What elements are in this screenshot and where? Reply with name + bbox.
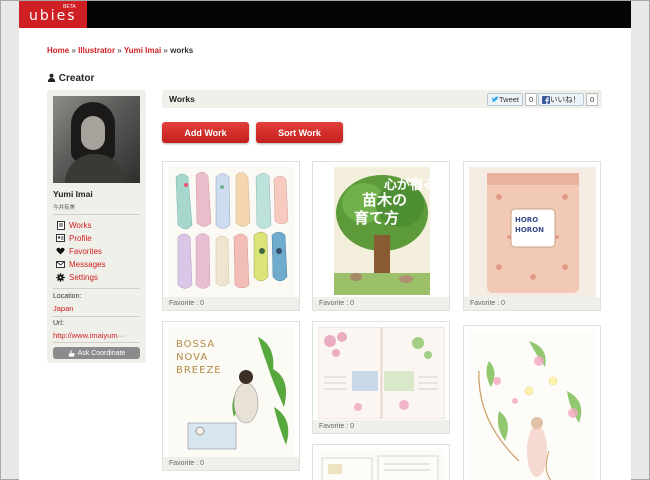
sidebar-item-label: Works	[69, 220, 92, 230]
breadcrumb-home[interactable]: Home	[47, 46, 69, 55]
work-thumbnail-floral	[469, 331, 596, 480]
creator-sidebar: Yumi Imai 今井有美 Works Profile Favorites M…	[47, 90, 146, 363]
sidebar-item-settings[interactable]: Settings	[56, 271, 98, 283]
add-work-button[interactable]: Add Work	[162, 122, 249, 143]
envelope-icon	[56, 260, 65, 269]
tweet-widget: Tweet 0	[487, 93, 538, 106]
cover-title-line3: 育て方	[354, 209, 399, 227]
tweet-button[interactable]: Tweet	[487, 93, 524, 106]
sidebar-item-label: Messages	[69, 259, 106, 269]
url-link[interactable]: http://www.imaiyum···	[53, 331, 125, 340]
favorite-count: Favorite : 0	[163, 457, 299, 470]
cover-text-bossa: BOSSA	[176, 339, 215, 350]
works-header: Works Tweet 0 いいね！ 0	[162, 90, 602, 108]
divider	[53, 316, 140, 317]
ask-coordinate-label: Ask Coordinate	[77, 349, 126, 357]
twitter-bird-icon	[491, 96, 499, 102]
page-content: Home » Illustrator » Yumi Imai » works C…	[19, 28, 631, 480]
avatar[interactable]	[53, 96, 140, 183]
cover-text-breeze: BREEZE	[176, 365, 222, 376]
package-title-2: HORON	[515, 226, 544, 234]
profile-card-icon	[56, 234, 65, 243]
shoes-illustration	[175, 172, 289, 289]
document-icon	[56, 220, 65, 230]
creator-heading: Creator	[47, 73, 94, 84]
sidebar-item-favorites[interactable]: Favorites	[56, 245, 102, 257]
sidebar-item-label: Settings	[69, 272, 98, 282]
top-bar: ubies BETA	[19, 1, 631, 28]
browser-frame: ubies BETA Home » Illustrator » Yumi Ima…	[0, 0, 650, 480]
heart-icon	[56, 247, 65, 256]
location-value: Japan	[53, 304, 74, 313]
sort-work-button[interactable]: Sort Work	[256, 122, 343, 143]
favorite-count: Favorite : 0	[464, 297, 600, 310]
work-thumbnail-package: HORO HORON	[469, 167, 596, 297]
favorite-count: Favorite : 0	[313, 297, 449, 310]
beta-badge: BETA	[63, 4, 76, 10]
horohoron-package: HORO HORON	[487, 173, 579, 293]
breadcrumb-separator: »	[117, 46, 122, 55]
breadcrumb-illustrator[interactable]: Illustrator	[78, 46, 115, 55]
breadcrumb-artist[interactable]: Yumi Imai	[124, 46, 161, 55]
gear-icon	[56, 272, 65, 282]
avatar-face	[81, 116, 105, 150]
work-card[interactable]: 心が宿る 苗木の 育て方 Favorite : 0	[312, 161, 450, 311]
sidebar-item-messages[interactable]: Messages	[56, 258, 105, 270]
breadcrumb-separator: »	[163, 46, 168, 55]
like-button[interactable]: いいね！	[538, 93, 584, 106]
works-title: Works	[169, 94, 195, 104]
breadcrumb-current: works	[170, 46, 194, 55]
breadcrumb: Home » Illustrator » Yumi Imai » works	[47, 46, 193, 55]
creator-name-jp: 今井有美	[53, 205, 76, 211]
work-card[interactable]: HORO HORON Favorite : 0	[463, 161, 601, 311]
tweet-count: 0	[525, 93, 538, 106]
work-card[interactable]	[312, 444, 450, 480]
work-thumbnail-shoes	[168, 167, 295, 297]
favorite-count: Favorite : 0	[313, 420, 449, 433]
hand-icon	[68, 349, 75, 357]
divider	[53, 342, 140, 343]
divider	[53, 288, 140, 289]
work-thumbnail-bossa-nova: BOSSA NOVA BREEZE	[168, 327, 295, 457]
facebook-icon	[542, 95, 550, 104]
magazine-spread	[318, 327, 445, 419]
ask-coordinate-button[interactable]: Ask Coordinate	[53, 347, 140, 359]
site-logo[interactable]: ubies BETA	[19, 1, 87, 28]
floral-girl-illustration	[478, 341, 582, 480]
work-thumbnail-magazine	[318, 327, 445, 419]
bossa-nova-cover: BOSSA NOVA BREEZE	[176, 337, 289, 450]
logo-text: ubies	[29, 8, 77, 24]
work-card[interactable]: Favorite : 0	[312, 321, 450, 434]
tree-book-cover: 心が宿る 苗木の 育て方	[334, 175, 430, 295]
work-thumbnail-tree-book: 心が宿る 苗木の 育て方	[334, 167, 430, 295]
location-label: Location:	[53, 293, 82, 300]
sidebar-item-label: Profile	[69, 233, 92, 243]
divider	[53, 214, 140, 215]
cover-title-line2: 苗木の	[362, 191, 407, 209]
like-label: いいね！	[550, 95, 580, 104]
sidebar-item-works[interactable]: Works	[56, 219, 92, 231]
sidebar-item-profile[interactable]: Profile	[56, 232, 92, 244]
sidebar-item-label: Favorites	[69, 246, 102, 256]
work-card[interactable]: BOSSA NOVA BREEZE Favorite : 0	[162, 321, 300, 471]
work-card[interactable]: Favorite : 0	[162, 161, 300, 311]
creator-heading-text: Creator	[58, 73, 95, 84]
work-thumbnail-sketch	[318, 450, 445, 480]
like-widget: いいね！ 0	[538, 93, 599, 106]
package-title-1: HORO	[515, 216, 538, 224]
sketch-partial	[321, 455, 439, 480]
cover-text-nova: NOVA	[176, 352, 208, 363]
favorite-count: Favorite : 0	[163, 297, 299, 310]
work-card[interactable]	[463, 325, 601, 480]
like-count: 0	[586, 93, 599, 106]
breadcrumb-separator: »	[71, 46, 76, 55]
tweet-label: Tweet	[499, 95, 520, 104]
url-label: Url:	[53, 320, 64, 327]
person-icon	[47, 73, 56, 82]
creator-name: Yumi Imai	[53, 189, 93, 199]
